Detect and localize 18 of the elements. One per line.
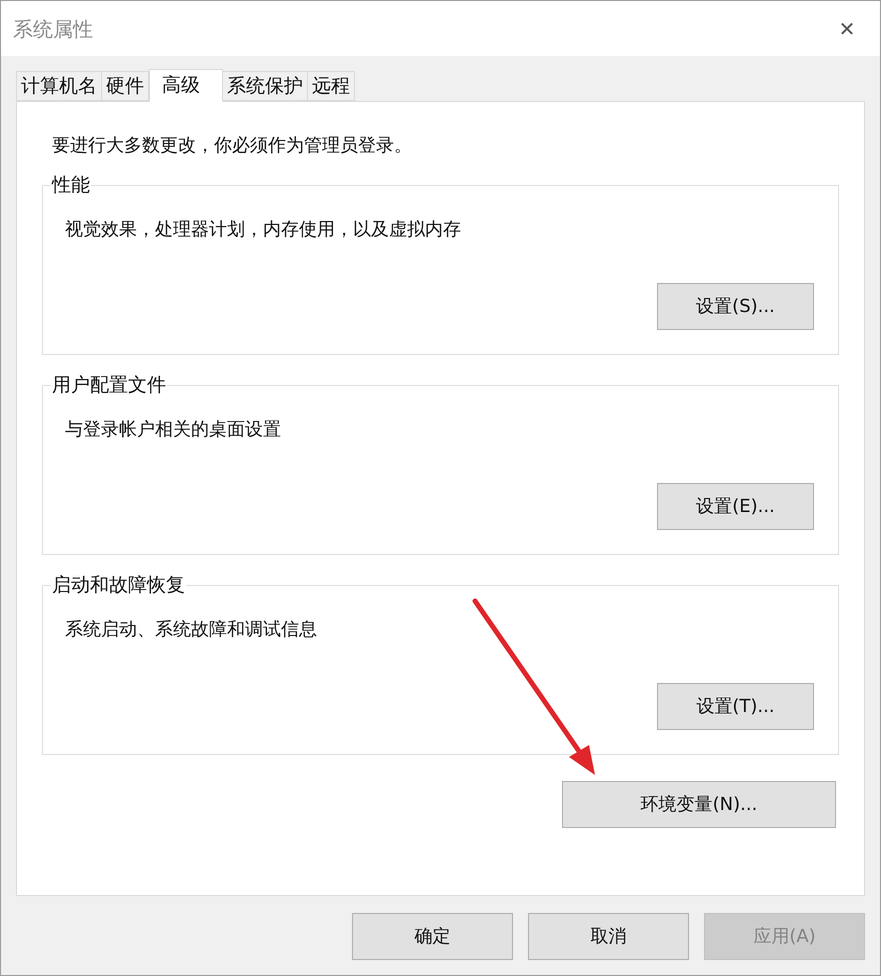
environment-variables-button[interactable]: 环境变量(N)... (562, 781, 836, 828)
group-description: 与登录帐户相关的桌面设置 (65, 418, 282, 442)
group-description: 视觉效果，处理器计划，内存使用，以及虚拟内存 (65, 218, 462, 242)
group-title: 启动和故障恢复 (51, 573, 186, 597)
tab[interactable]: 计算机名 (16, 71, 102, 101)
notice-text: 要进行大多数更改，你必须作为管理员登录。 (52, 134, 413, 158)
dialog-button[interactable]: 取消 (528, 913, 689, 960)
tab[interactable]: 系统保护 (222, 71, 308, 101)
settings-button[interactable]: 设置(T)... (657, 683, 814, 730)
settings-button[interactable]: 设置(E)... (657, 483, 814, 530)
tab[interactable]: 高级 (149, 69, 223, 102)
group-description: 系统启动、系统故障和调试信息 (65, 618, 318, 642)
window-title: 系统属性 (13, 16, 93, 42)
close-button[interactable]: ✕ (832, 14, 862, 44)
settings-button[interactable]: 设置(S)... (657, 283, 814, 330)
tab[interactable]: 远程 (307, 71, 355, 101)
tab[interactable]: 硬件 (101, 71, 149, 101)
dialog-button[interactable]: 确定 (352, 913, 513, 960)
